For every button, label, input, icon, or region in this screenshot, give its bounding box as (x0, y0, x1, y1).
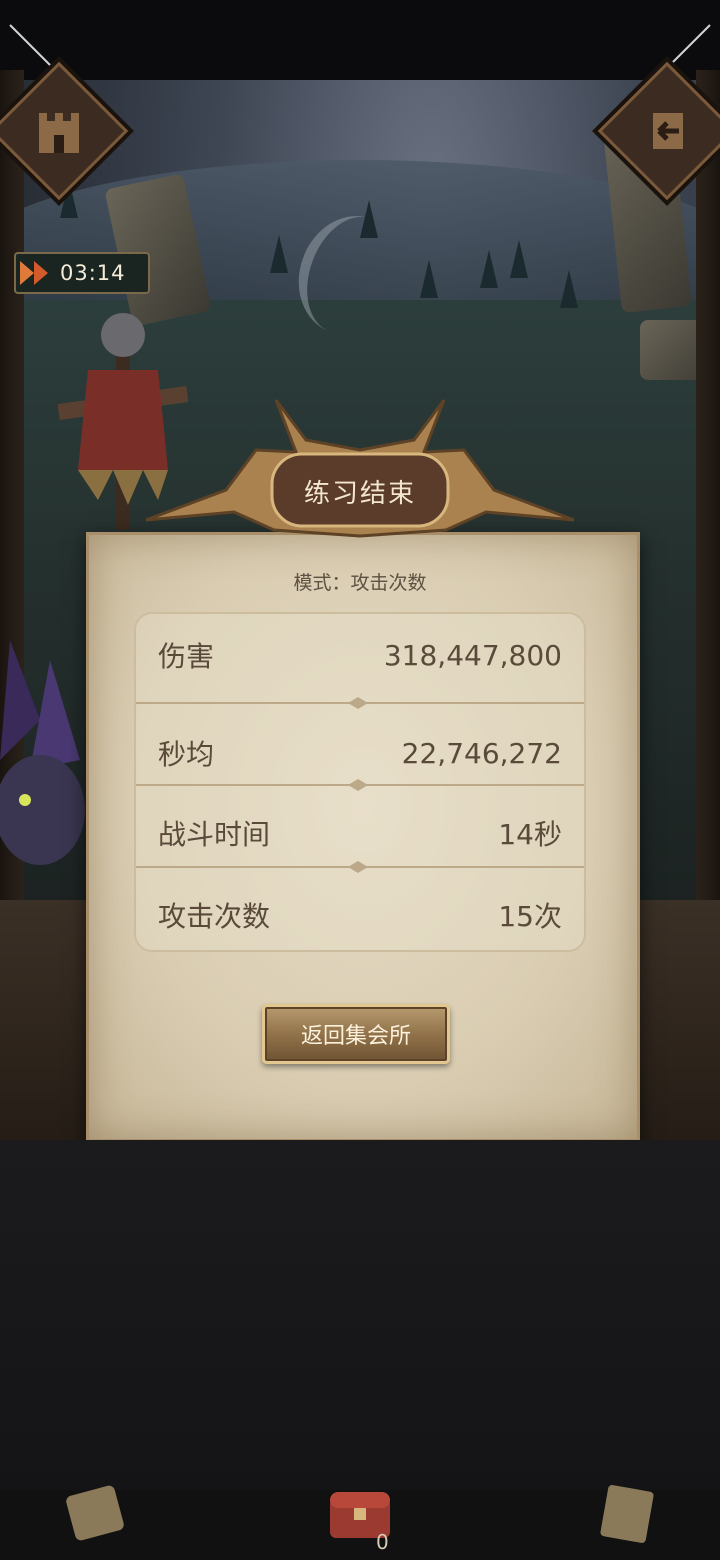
speed-arrows-icon (16, 254, 60, 292)
divider (136, 861, 584, 873)
timer-text: 03:14 (60, 261, 126, 285)
mode-label: 模式：攻击次数 (293, 572, 427, 594)
divider (136, 779, 584, 791)
side-panel-right (628, 900, 720, 1150)
tree (480, 250, 498, 288)
stat-row-battle-time: 战斗时间 14秒 (136, 792, 584, 874)
chest-count: 0 (376, 1530, 389, 1554)
corner-lines (9, 24, 711, 86)
stat-label: 战斗时间 (158, 818, 271, 851)
stat-value: 15次 (498, 900, 562, 933)
tree (510, 240, 528, 278)
book-icon[interactable] (590, 1478, 670, 1548)
tree (560, 270, 578, 308)
return-to-guild-button[interactable]: 返回集会所 (262, 1004, 450, 1064)
purple-monster (0, 640, 85, 865)
exit-icon (653, 113, 683, 149)
stat-label: 秒均 (158, 738, 215, 771)
stat-value: 14秒 (498, 818, 562, 851)
stat-value: 22,746,272 (401, 736, 562, 770)
stat-row-attack-count: 攻击次数 15次 (136, 874, 584, 956)
side-panel-left (0, 900, 92, 1150)
scroll-icon[interactable] (60, 1478, 140, 1548)
dialog-title: 练习结束 (303, 478, 416, 509)
tree (420, 260, 438, 298)
divider (136, 697, 584, 709)
tree (270, 235, 288, 273)
stat-label: 伤害 (158, 640, 215, 673)
battle-timer: 03:14 (14, 252, 150, 294)
stat-value: 318,447,800 (383, 638, 562, 672)
tree (360, 200, 378, 238)
stats-table: 伤害 318,447,800 秒均 22,746,272 战斗时间 14秒 攻击… (134, 612, 586, 952)
stat-label: 攻击次数 (158, 900, 271, 933)
stat-row-damage: 伤害 318,447,800 (136, 614, 584, 696)
castle-icon (39, 113, 79, 153)
